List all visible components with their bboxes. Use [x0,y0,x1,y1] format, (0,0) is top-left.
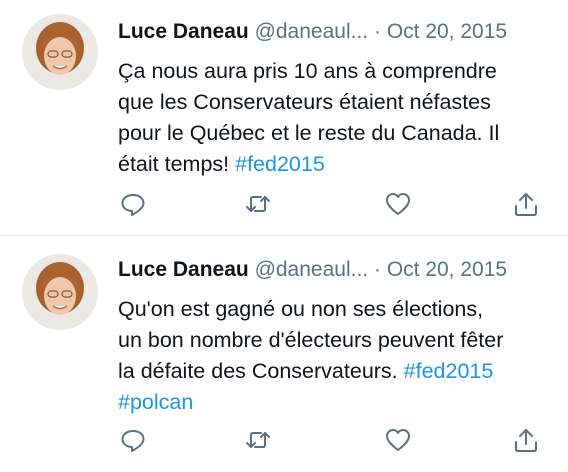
tweet-1[interactable]: Luce Daneau @daneaul... · Oct 20, 2015 Ç… [0,0,568,236]
avatar-photo [22,14,98,90]
like-button[interactable] [384,426,412,454]
retweet-icon [246,432,270,448]
author-handle[interactable]: @daneaul... [255,20,369,43]
reply-icon [121,194,145,216]
tweet-date[interactable]: Oct 20, 2015 [387,20,507,43]
tweet-date[interactable]: Oct 20, 2015 [387,258,507,281]
avatar[interactable] [22,254,98,330]
author-handle[interactable]: @daneaul... [255,258,369,281]
separator-dot: · [373,258,381,281]
reply-icon [121,430,145,452]
retweet-button[interactable] [244,190,272,218]
tweet-text: Qu'on est gagné ou non ses élections, un… [118,294,554,418]
share-button[interactable] [512,190,540,218]
separator-dot: · [373,20,381,43]
avatar[interactable] [22,14,98,90]
retweet-button[interactable] [244,426,272,454]
retweet-icon [246,196,270,212]
reply-button[interactable] [119,426,147,454]
like-button[interactable] [384,190,412,218]
tweet-2[interactable]: Luce Daneau @daneaul... · Oct 20, 2015 Q… [0,236,568,472]
reply-button[interactable] [119,190,147,218]
share-icon [515,429,537,452]
hashtag-link[interactable]: #fed2015 [235,152,325,176]
share-button[interactable] [512,426,540,454]
like-icon [386,429,410,451]
author-name[interactable]: Luce Daneau [118,20,249,43]
avatar-photo [22,254,98,330]
tweet-actions [0,426,568,456]
share-icon [515,193,537,216]
tweet-text: Ça nous aura pris 10 ans à comprendre qu… [118,56,554,180]
like-icon [386,193,410,215]
author-name[interactable]: Luce Daneau [118,258,249,281]
tweet-actions [0,190,568,220]
tweet-header: Luce Daneau @daneaul... · Oct 20, 2015 [118,20,507,44]
tweet-header: Luce Daneau @daneaul... · Oct 20, 2015 [118,258,507,282]
